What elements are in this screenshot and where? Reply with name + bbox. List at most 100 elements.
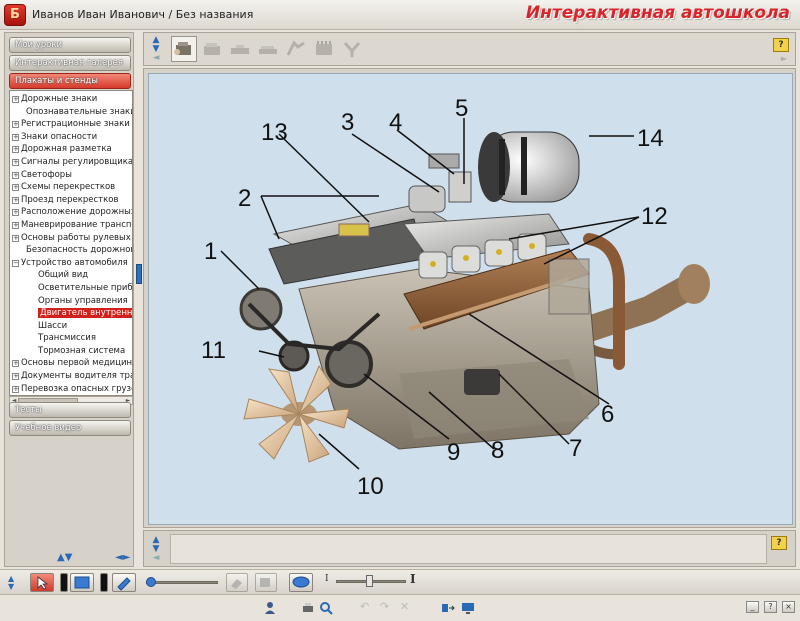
description-nav-icon[interactable]: ▲ ▼ ◄ [150, 536, 162, 563]
pointer-tool-button[interactable] [30, 573, 54, 592]
search-icon[interactable] [318, 600, 334, 616]
fill-color-black[interactable] [100, 573, 108, 592]
undo-icon[interactable]: ↶ [360, 600, 369, 613]
tree-item[interactable]: + Дорожная разметка [10, 143, 132, 156]
expand-icon[interactable]: + [12, 196, 19, 204]
sidebar-button-my-lessons[interactable]: Мои уроки [9, 37, 131, 53]
help-icon[interactable]: ? [773, 38, 789, 52]
tree-item-label: Светофоры [21, 169, 72, 180]
description-help-icon[interactable]: ? [771, 536, 787, 550]
thumbnail-engine-5[interactable] [283, 36, 309, 62]
tree-item[interactable]: + Схемы перекрестков [10, 181, 132, 194]
expand-icon[interactable]: + [12, 184, 19, 192]
description-field[interactable] [170, 534, 767, 564]
thumbnail-engine-6[interactable] [311, 36, 337, 62]
minimize-button[interactable]: _ [746, 601, 759, 613]
expand-icon[interactable]: + [12, 146, 19, 154]
sidebar-button-tests[interactable]: Тесты [9, 402, 131, 418]
callout-13: 13 [261, 119, 288, 146]
thumbnail-nav-icon[interactable]: ▲ ▼ ◄ [150, 36, 162, 63]
collapse-expand-icon[interactable]: ◄► [115, 552, 130, 563]
line-width-slider[interactable] [146, 581, 218, 584]
print-icon[interactable] [300, 600, 316, 616]
sidebar-button-gallery[interactable]: Интерактивная галерея [9, 55, 131, 71]
callout-14: 14 [637, 125, 664, 152]
close-button[interactable]: × [782, 601, 795, 613]
tree-item[interactable]: Общий вид [10, 269, 132, 282]
line-width-knob[interactable] [146, 577, 156, 587]
pen-color-black[interactable] [60, 573, 68, 592]
thumbnail-engine-3[interactable] [227, 36, 253, 62]
tree-item-label: Дорожные знаки [21, 94, 98, 104]
tree-item-label: Дорожная разметка [21, 144, 112, 155]
collapse-icon[interactable]: − [12, 259, 19, 267]
tree-item[interactable]: + Дорожные знаки [10, 93, 132, 106]
expand-icon[interactable]: + [12, 373, 19, 381]
tree-item[interactable]: Осветительные прибор [10, 282, 132, 295]
tree-item[interactable]: − Устройство автомобиля [10, 257, 132, 270]
thumbnail-engine-4[interactable] [255, 36, 281, 62]
text-size-large-icon: I [410, 572, 416, 586]
expand-icon[interactable]: + [12, 234, 19, 242]
expand-icon[interactable]: + [12, 209, 19, 217]
tree-item-label: Общий вид [38, 270, 89, 281]
expand-icon[interactable]: + [12, 133, 19, 141]
export-icon[interactable] [440, 600, 456, 616]
user-icon[interactable] [262, 600, 278, 616]
tree-item[interactable]: + Проезд перекрестков [10, 194, 132, 207]
expand-icon[interactable]: + [12, 171, 19, 179]
scroll-up-down-icon[interactable]: ▲▼ [57, 552, 72, 563]
comment-tool-button[interactable] [289, 573, 313, 592]
tree-item[interactable]: Безопасность дорожного д [10, 244, 132, 257]
callout-2: 2 [238, 185, 251, 212]
expand-icon[interactable]: + [12, 385, 19, 393]
drawing-toolbar: ▲ ▼ I I [0, 569, 800, 595]
delete-icon[interactable]: ✕ [400, 600, 409, 613]
engine-poster: 1 2 3 4 5 6 7 8 9 10 11 12 13 14 [148, 73, 793, 525]
thumbnail-engine-1[interactable] [171, 36, 197, 62]
toolbar-scroll-icon[interactable]: ▲ ▼ [8, 575, 14, 591]
text-size-knob[interactable] [366, 575, 373, 587]
tree-item-label: Схемы перекрестков [21, 182, 116, 193]
thumbnail-engine-7[interactable] [339, 36, 365, 62]
tree-item[interactable]: + Светофоры [10, 169, 132, 182]
tree-item[interactable]: + Основы работы рулевых к [10, 232, 132, 245]
callout-12: 12 [641, 203, 668, 230]
expand-icon[interactable]: + [12, 360, 19, 368]
tree-item[interactable]: + Сигналы регулировщика [10, 156, 133, 169]
air-filter [478, 131, 580, 203]
tree-item[interactable]: + Знаки опасности [10, 131, 132, 144]
clear-button[interactable] [255, 573, 277, 592]
expand-icon[interactable]: + [12, 96, 19, 103]
panel-splitter[interactable] [136, 264, 142, 284]
tree-item[interactable]: + Маневрирование транспор [10, 219, 132, 232]
screen-icon[interactable] [460, 600, 476, 616]
tree-item-label: Сигналы регулировщика [21, 156, 133, 167]
next-poster-icon[interactable]: ► [781, 54, 787, 63]
sidebar-button-posters[interactable]: Плакаты и стенды [9, 73, 131, 89]
tree-item[interactable]: + Основы первой медицинск [10, 357, 132, 370]
expand-icon[interactable]: + [12, 121, 19, 129]
tree-item-label: Знаки опасности [21, 131, 98, 142]
tree-item[interactable]: Тормозная система [10, 345, 132, 358]
tree-item[interactable]: + Перевозка опасных грузов [10, 383, 132, 395]
expand-icon[interactable]: + [12, 221, 19, 229]
sidebar-button-video[interactable]: Учебное видео [9, 420, 131, 436]
tree-item[interactable]: Опознавательные знаки тр [10, 106, 132, 119]
tree-item[interactable]: Двигатель внутреннего [10, 307, 132, 320]
tree-item[interactable]: Шасси [10, 320, 132, 333]
tree-item[interactable]: + Регистрационные знаки тр [10, 118, 132, 131]
redo-icon[interactable]: ↷ [380, 600, 389, 613]
thumbnail-engine-2[interactable] [199, 36, 225, 62]
help-button[interactable]: ? [764, 601, 777, 613]
marker-tool-button[interactable] [112, 573, 136, 592]
callout-10: 10 [357, 473, 384, 500]
tree-item[interactable]: Органы управления [10, 295, 132, 308]
rectangle-tool-button[interactable] [70, 573, 94, 592]
eraser-button[interactable] [226, 573, 248, 592]
expand-icon[interactable]: + [12, 158, 19, 166]
tree-item[interactable]: Трансмиссия [10, 332, 132, 345]
tree-item[interactable]: + Документы водителя транс [10, 370, 132, 383]
tree-item-label: Устройство автомобиля [21, 257, 128, 268]
tree-item[interactable]: + Расположение дорожных з [10, 206, 132, 219]
